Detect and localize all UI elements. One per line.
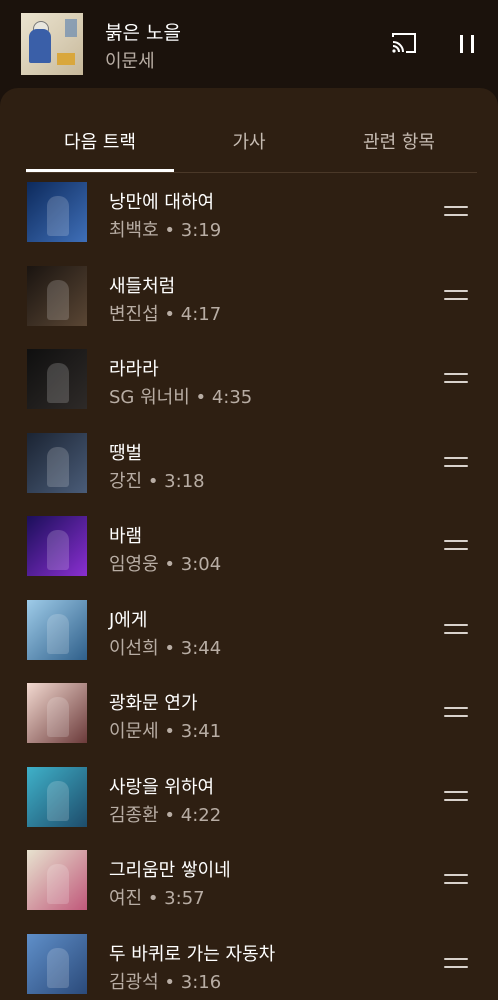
queue-item-artist-duration: 김종환 • 4:22 [109, 804, 222, 826]
drag-handle-icon[interactable] [444, 288, 468, 302]
drag-handle-icon[interactable] [444, 705, 468, 719]
queue-item[interactable]: 낭만에 대하여최백호 • 3:19 [0, 180, 498, 263]
queue-item-album-art [27, 766, 87, 827]
drag-handle-icon[interactable] [444, 872, 468, 886]
tab-divider [26, 172, 477, 173]
queue-item-artist-duration: 여진 • 3:57 [109, 888, 205, 909]
queue-item-title: 사랑을 위하여 [109, 776, 215, 798]
queue-item-album-art [27, 349, 87, 409]
now-playing-album-art[interactable] [21, 13, 83, 75]
queue-item[interactable]: 땡벌강진 • 3:18 [0, 431, 498, 514]
cast-icon[interactable] [390, 31, 418, 55]
queue-item[interactable]: 라라라 SG 워너비 • 4:35 [0, 347, 498, 430]
pause-icon[interactable] [455, 32, 479, 56]
drag-handle-icon[interactable] [444, 622, 468, 636]
queue-item-title: 낭만에 대하여 [109, 192, 215, 213]
drag-handle-icon[interactable] [444, 789, 468, 803]
queue-item-album-art [27, 516, 87, 576]
queue-item-album-art [27, 599, 87, 660]
tab-bar: 다음 트랙 가사 관련 항목 [0, 88, 498, 173]
queue-item-album-art [27, 265, 87, 326]
queue-item[interactable]: 두 바퀴로 가는 자동차김광석 • 3:16 [0, 932, 498, 1000]
now-playing-bar[interactable]: 붉은 노을 이문세 [0, 0, 498, 90]
queue-item-artist-duration: 강진 • 3:18 [109, 470, 205, 492]
tab-lyrics[interactable]: 가사 [195, 128, 303, 154]
queue-item-title: J에게 [109, 609, 148, 631]
queue-item-artist-duration: 이선희 • 3:44 [109, 637, 222, 659]
queue-item-artist-duration: 최백호 • 3:19 [109, 220, 222, 241]
queue-item-title: 라라라 [109, 359, 159, 380]
queue-item-artist-duration: 변진섭 • 4:17 [109, 303, 222, 325]
queue-item[interactable]: 그리움만 쌓이네여진 • 3:57 [0, 848, 498, 931]
queue-item-album-art [27, 432, 87, 493]
drag-handle-icon[interactable] [444, 538, 468, 552]
queue-item-title: 바램 [109, 526, 143, 547]
queue-item-title: 광화문 연가 [109, 693, 198, 714]
queue-item[interactable]: 바램임영웅 • 3:04 [0, 514, 498, 597]
queue-item-album-art [27, 182, 87, 242]
now-playing-title: 붉은 노을 [105, 22, 181, 44]
queue-item-album-art [27, 933, 87, 994]
queue-item-artist-duration: 김광석 • 3:16 [109, 971, 222, 993]
queue-item-title: 그리움만 쌓이네 [109, 860, 231, 881]
drag-handle-icon[interactable] [444, 204, 468, 218]
tab-up-next[interactable]: 다음 트랙 [26, 128, 174, 154]
tab-related[interactable]: 관련 항목 [325, 128, 473, 154]
queue-panel: 다음 트랙 가사 관련 항목 낭만에 대하여 최백호 • 3:19 새들처럼 변진섭 … [0, 88, 498, 1000]
queue-item[interactable]: J에게이선희 • 3:44 [0, 598, 498, 681]
queue-item[interactable]: 광화문 연가이문세 • 3:41 [0, 681, 498, 764]
queue-item-title: 땡벌 [109, 442, 143, 464]
queue-item-artist-duration: SG 워너비 • 4:35 [109, 387, 253, 408]
drag-handle-icon[interactable] [444, 956, 468, 970]
queue-item-artist-duration: 임영웅 • 3:04 [109, 554, 222, 575]
queue-item-title: 두 바퀴로 가는 자동차 [109, 943, 276, 965]
queue-item-album-art [27, 683, 87, 743]
queue-item[interactable]: 사랑을 위하여김종환 • 4:22 [0, 765, 498, 848]
queue-item-title: 새들처럼 [109, 275, 176, 297]
drag-handle-icon[interactable] [444, 371, 468, 385]
drag-handle-icon[interactable] [444, 455, 468, 469]
queue-item[interactable]: 새들처럼변진섭 • 4:17 [0, 264, 498, 347]
queue-item-album-art [27, 850, 87, 910]
queue-item-artist-duration: 이문세 • 3:41 [109, 721, 222, 742]
now-playing-artist: 이문세 [105, 51, 155, 72]
